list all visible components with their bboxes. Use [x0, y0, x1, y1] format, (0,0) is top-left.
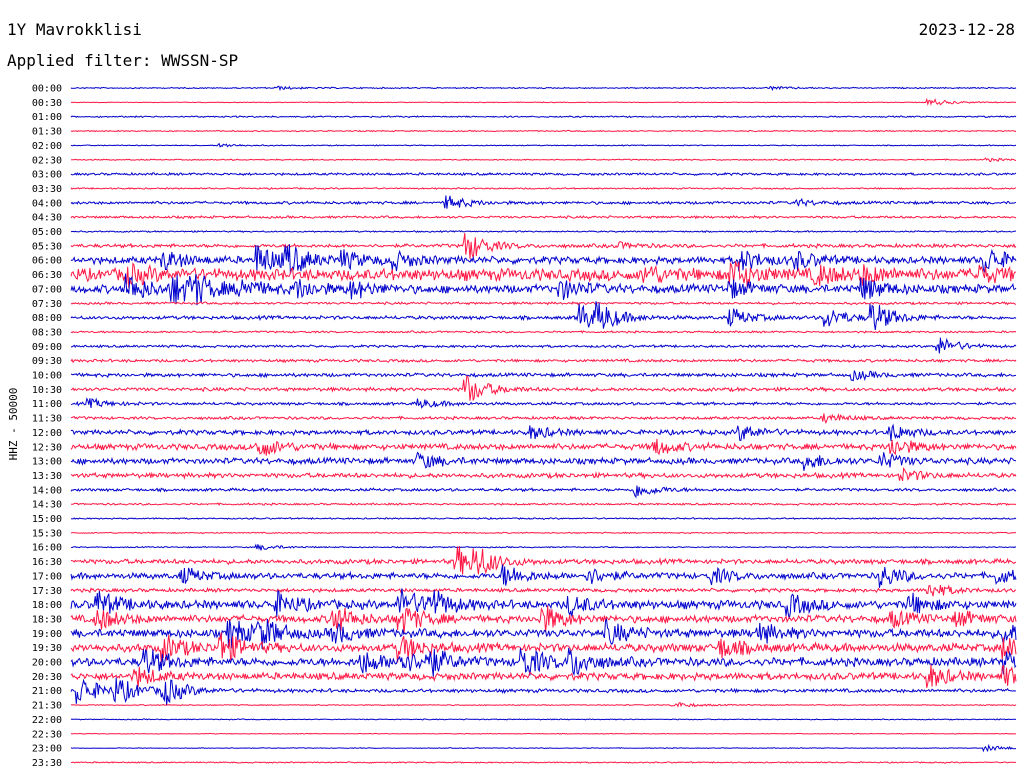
- seismic-trace: [70, 375, 1017, 401]
- seismic-trace: [70, 233, 1017, 259]
- row-time-label: 16:00: [32, 543, 62, 554]
- row-time-label: 02:30: [32, 155, 62, 166]
- row-time-label: 09:00: [32, 342, 62, 353]
- seismic-trace: [70, 677, 1017, 706]
- row-time-label: 11:00: [32, 399, 62, 410]
- seismic-trace: [70, 502, 1017, 506]
- seismic-trace: [70, 584, 1017, 597]
- row-time-label: 10:00: [32, 371, 62, 382]
- row-time-label: 15:00: [32, 514, 62, 525]
- row-time-label: 19:00: [32, 629, 62, 640]
- row-time-label: 09:30: [32, 356, 62, 367]
- seismic-trace: [70, 647, 1017, 677]
- row-time-label: 21:30: [32, 701, 62, 712]
- row-time-label: 21:00: [32, 686, 62, 697]
- seismic-trace: [70, 664, 1017, 688]
- seismic-trace: [70, 186, 1016, 190]
- seismic-trace: [70, 743, 1016, 753]
- seismic-trace: [70, 97, 1017, 107]
- row-time-label: 19:30: [32, 643, 62, 654]
- row-time-label: 23:30: [32, 758, 62, 769]
- row-time-label: 00:30: [32, 98, 62, 109]
- row-time-label: 15:30: [32, 528, 62, 539]
- row-time-label: 08:00: [32, 313, 62, 324]
- row-time-label: 23:00: [32, 744, 62, 755]
- seismic-trace: [70, 546, 1017, 575]
- row-time-label: 04:00: [32, 198, 62, 209]
- seismic-trace: [70, 423, 1017, 441]
- row-time-label: 12:30: [32, 442, 62, 453]
- row-time-label: 13:00: [32, 457, 62, 468]
- row-time-label: 05:30: [32, 241, 62, 252]
- seismic-trace: [70, 605, 1017, 635]
- seismic-trace: [70, 370, 1017, 382]
- row-time-label: 08:30: [32, 327, 62, 338]
- row-time-label: 02:00: [32, 141, 62, 152]
- row-time-label: 07:00: [32, 284, 62, 295]
- seismic-trace: [70, 171, 1017, 177]
- seismic-trace: [70, 413, 1017, 425]
- seismic-trace: [70, 466, 1017, 482]
- row-time-label: 16:30: [32, 557, 62, 568]
- seismic-trace: [70, 761, 1017, 764]
- seismic-trace: [70, 157, 1016, 163]
- seismic-trace: [70, 230, 1017, 234]
- seismic-trace: [70, 358, 1017, 364]
- row-time-label: 07:30: [32, 299, 62, 310]
- row-time-label: 14:30: [32, 500, 62, 511]
- seismic-trace: [70, 531, 1016, 535]
- row-time-label: 01:30: [32, 127, 62, 138]
- seismic-trace: [70, 337, 1017, 354]
- seismic-trace: [70, 330, 1017, 334]
- row-time-label: 03:30: [32, 184, 62, 195]
- row-time-label: 20:30: [32, 672, 62, 683]
- seismic-trace: [70, 129, 1017, 133]
- row-time-label: 17:30: [32, 586, 62, 597]
- trace-rows: 00:00 00:30 01:00 01:30 02:00 02:30 03:00 03:30…: [32, 84, 1017, 769]
- row-time-label: 05:00: [32, 227, 62, 238]
- helicorder-plot: 00:00 00:30 01:00 01:30 02:00 02:30 03:00 03:30…: [7, 84, 1017, 769]
- row-time-label: 03:00: [32, 170, 62, 181]
- row-time-label: 12:00: [32, 428, 62, 439]
- row-time-label: 11:30: [32, 414, 62, 425]
- row-time-label: 22:30: [32, 729, 62, 740]
- row-time-label: 01:00: [32, 112, 62, 123]
- row-time-label: 22:00: [32, 715, 62, 726]
- seismic-trace: [70, 142, 1017, 148]
- row-time-label: 18:30: [32, 614, 62, 625]
- seismic-trace: [70, 451, 1017, 471]
- seismic-trace: [70, 438, 1017, 456]
- y-axis-label: HHZ - 50000: [7, 388, 20, 461]
- row-time-label: 00:00: [32, 84, 62, 95]
- seismic-trace: [70, 301, 1017, 306]
- row-time-label: 10:30: [32, 385, 62, 396]
- seismic-trace: [70, 564, 1017, 588]
- seismic-trace: [70, 301, 1017, 330]
- row-time-label: 20:00: [32, 658, 62, 669]
- seismic-trace: [70, 732, 1017, 735]
- seismic-trace: [70, 543, 1017, 551]
- row-time-label: 06:00: [32, 256, 62, 267]
- seismic-trace: [70, 85, 1017, 92]
- row-time-label: 17:00: [32, 571, 62, 582]
- seismic-trace: [70, 701, 1017, 708]
- row-time-label: 04:30: [32, 213, 62, 224]
- seismic-trace: [70, 397, 1017, 409]
- seismic-trace: [70, 617, 1017, 649]
- row-time-label: 18:00: [32, 600, 62, 611]
- seismic-trace: [70, 516, 1017, 521]
- seismic-trace: [70, 485, 1017, 499]
- seismic-trace: [70, 195, 1017, 209]
- seismic-trace: [70, 115, 1017, 119]
- seismic-trace: [70, 718, 1017, 721]
- row-time-label: 13:30: [32, 471, 62, 482]
- row-time-label: 06:30: [32, 270, 62, 281]
- seismic-trace: [70, 244, 1017, 274]
- row-time-label: 14:00: [32, 485, 62, 496]
- seismic-trace: [70, 215, 1017, 220]
